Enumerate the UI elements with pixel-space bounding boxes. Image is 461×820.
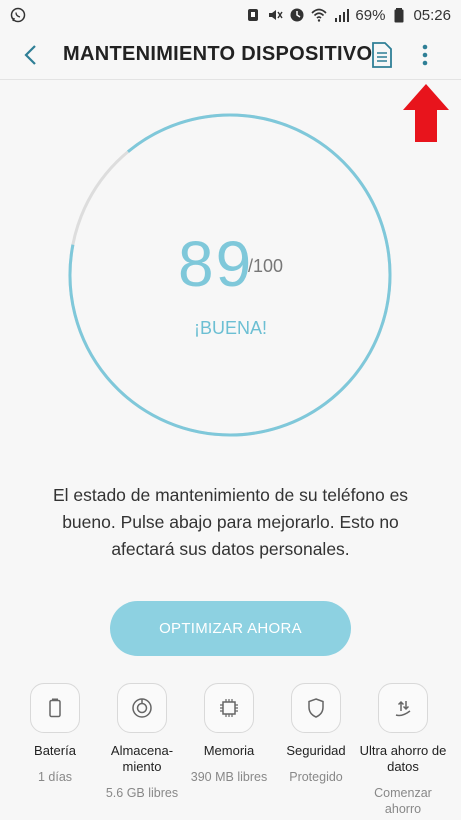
category-icon-frame (291, 683, 341, 733)
storage-icon (132, 698, 152, 718)
wifi-icon (311, 8, 327, 22)
status-description: El estado de mantenimiento de su teléfon… (52, 485, 409, 559)
score-status: ¡BUENA! (193, 318, 267, 338)
category-label: Batería (34, 743, 76, 758)
category-sub: Protegido (289, 770, 343, 784)
category-icon-frame (204, 683, 254, 733)
category-security[interactable]: Seguridad Protegido (271, 683, 361, 785)
category-sub: 5.6 GB libres (105, 786, 179, 800)
category-label: Ultra ahorro de datos (359, 743, 447, 774)
whatsapp-icon (10, 7, 26, 23)
category-sub: 390 MB libres (190, 770, 268, 784)
back-icon[interactable] (18, 42, 44, 68)
category-icon-frame (117, 683, 167, 733)
app-header: MANTENIMIENTO DISPOSITIVO (0, 30, 461, 80)
alarm-icon (248, 9, 259, 21)
battery-icon (49, 698, 61, 718)
category-data-saver[interactable]: Ultra ahorro de datos Comenzar ahorro (358, 683, 448, 817)
mute-icon (269, 10, 284, 20)
data-saver-icon (395, 700, 411, 717)
shield-icon (308, 698, 324, 718)
red-arrow-annotation (403, 84, 449, 142)
status-time: 05:26 (413, 6, 451, 24)
category-sub: Comenzar ahorro (374, 786, 432, 816)
page-title: MANTENIMIENTO DISPOSITIVO (63, 43, 373, 65)
document-icon[interactable] (370, 41, 394, 69)
more-vert-icon[interactable] (415, 40, 435, 70)
category-sub: 1 días (37, 770, 73, 784)
memory-chip-icon (220, 699, 238, 717)
category-label: Memoria (203, 743, 255, 758)
category-icon-frame (378, 683, 428, 733)
battery-icon (394, 8, 404, 23)
clock-icon (290, 8, 304, 22)
category-icon-frame (30, 683, 80, 733)
category-label: Seguridad (286, 743, 346, 758)
signal-icon (335, 9, 350, 22)
category-label: Almacena- miento (110, 743, 174, 774)
maintenance-categories: Batería 1 días Almacena- miento 5.6 GB l… (0, 683, 461, 816)
status-bar: 69% 05:26 (0, 0, 461, 30)
score-total: /100 (248, 256, 284, 276)
score-value: 89 (178, 228, 254, 300)
battery-percent: 69% (355, 6, 386, 24)
category-storage[interactable]: Almacena- miento 5.6 GB libres (97, 683, 187, 801)
category-battery[interactable]: Batería 1 días (10, 683, 100, 785)
category-memory[interactable]: Memoria 390 MB libres (184, 683, 274, 785)
optimize-now-button[interactable]: OPTIMIZAR AHORA (110, 601, 351, 656)
